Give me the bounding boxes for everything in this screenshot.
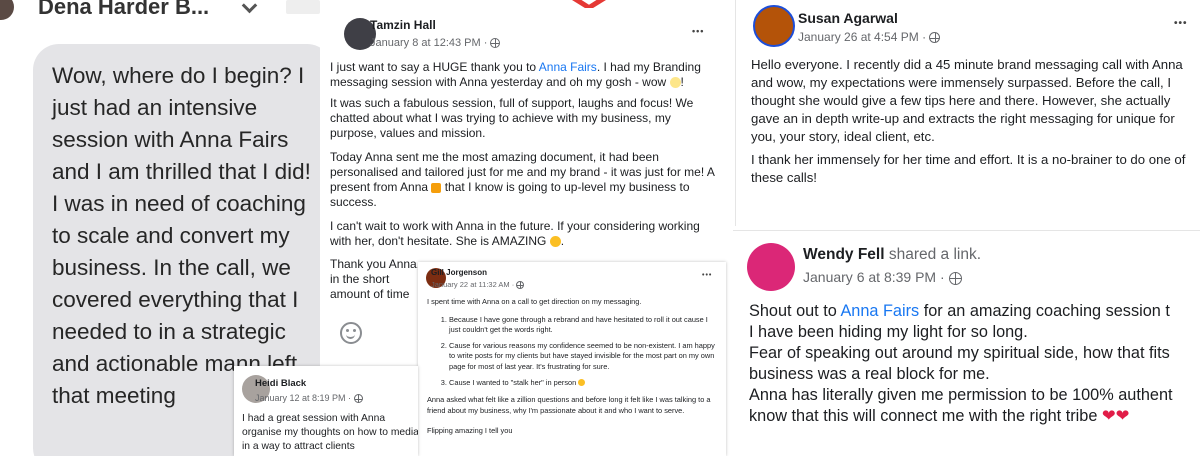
gill-paragraph-2: Anna asked what felt like a zillion ques… <box>427 395 711 415</box>
chevron-down-icon[interactable] <box>241 0 258 14</box>
susan-name[interactable]: Susan Agarwal <box>798 10 898 26</box>
list-item: Cause for various reasons my confidence … <box>449 341 717 373</box>
dena-avatar <box>0 0 14 20</box>
wendy-post-text: Shout out to Anna Fairs for an amazing c… <box>749 301 1200 427</box>
heidi-post-text: I had a great session with Anna organise… <box>242 413 418 452</box>
globe-icon <box>353 394 363 404</box>
anna-fairs-link[interactable]: Anna Fairs <box>840 302 919 320</box>
dena-header-box <box>286 0 320 14</box>
wendy-line-4: business was a real block for me. <box>749 365 990 383</box>
globe-icon <box>929 32 941 44</box>
gill-reasons-list: Because I have gone through a rebrand an… <box>427 315 717 389</box>
smiley-icon[interactable] <box>340 322 362 344</box>
wendy-line-5: Anna has literally given me permission t… <box>749 386 1173 404</box>
tamzin-paragraph-4: I can't wait to work with Anna in the fu… <box>330 219 700 248</box>
tamzin-paragraph-1: I just want to say a HUGE thank you to A… <box>330 60 701 89</box>
starstruck-emoji-icon <box>549 236 561 248</box>
sparkle-emoji-icon <box>669 77 681 89</box>
susan-timestamp[interactable]: January 26 at 4:54 PM · <box>798 30 941 44</box>
tamzin-paragraph-2: It was such a fabulous session, full of … <box>330 96 694 140</box>
gill-post-text: I spent time with Anna on a call to get … <box>427 297 717 437</box>
wendy-line-1: Shout out to Anna Fairs for an amazing c… <box>749 302 1170 320</box>
shared-link-text: shared a link. <box>884 246 982 263</box>
red-shape-fragment <box>572 0 606 8</box>
heidi-post-card: Heidi Black January 12 at 8:19 PM · I ha… <box>234 366 418 456</box>
wendy-timestamp[interactable]: January 6 at 8:39 PM · <box>803 269 962 285</box>
gill-intro: I spent time with Anna on a call to get … <box>427 297 642 306</box>
more-options-icon[interactable]: ••• <box>692 26 704 36</box>
gill-paragraph-3: Flipping amazing I tell you <box>427 426 513 436</box>
susan-avatar[interactable] <box>753 5 795 47</box>
tamzin-timestamp[interactable]: January 8 at 12:43 PM · <box>370 37 501 49</box>
grin-emoji-icon <box>578 379 586 387</box>
wendy-post-card: Wendy Fell shared a link. January 6 at 8… <box>733 230 1200 456</box>
tamzin-paragraph-3: Today Anna sent me the most amazing docu… <box>330 150 715 209</box>
susan-post-card: Susan Agarwal January 26 at 4:54 PM · ••… <box>735 0 1200 226</box>
tamzin-name[interactable]: Tamzin Hall <box>370 18 436 32</box>
susan-paragraph-2: I thank her immensely for her time and e… <box>751 152 1186 185</box>
dena-message-text: Wow, where do I begin? I just had an int… <box>52 63 311 408</box>
gill-post-card: Gill Jorgenson January 22 at 11:32 AM · … <box>418 262 726 456</box>
dena-name[interactable]: Dena Harder B... <box>38 0 209 20</box>
globe-icon <box>516 281 525 290</box>
anna-fairs-link[interactable]: Anna Fairs <box>539 60 597 74</box>
list-item: Cause I wanted to "stalk her" in person <box>449 378 717 389</box>
more-options-icon[interactable]: ••• <box>1174 18 1188 29</box>
wendy-line-6: know that this will connect me with the … <box>749 407 1130 425</box>
globe-icon <box>490 38 501 49</box>
wendy-line-2: I have been hiding my light for so long. <box>749 323 1028 341</box>
tamzin-paragraph-5: Thank you Anna, in the short amount of t… <box>330 257 425 303</box>
heidi-name[interactable]: Heidi Black <box>255 378 306 389</box>
gift-emoji-icon <box>431 182 442 193</box>
susan-paragraph-1: Hello everyone. I recently did a 45 minu… <box>751 57 1183 144</box>
wendy-header: Wendy Fell shared a link. <box>803 246 981 264</box>
wendy-avatar[interactable] <box>747 243 795 291</box>
more-options-icon[interactable]: ••• <box>702 272 712 279</box>
wendy-line-3: Fear of speaking out around my spiritual… <box>749 344 1170 362</box>
gill-timestamp[interactable]: January 22 at 11:32 AM · <box>431 280 525 290</box>
heidi-timestamp[interactable]: January 12 at 8:19 PM · <box>255 393 363 404</box>
list-item: Because I have gone through a rebrand an… <box>449 315 717 336</box>
hearts-emoji-icon: ❤❤ <box>1101 407 1130 425</box>
wendy-name[interactable]: Wendy Fell <box>803 246 885 263</box>
globe-icon <box>948 271 962 285</box>
gill-name[interactable]: Gill Jorgenson <box>431 268 487 277</box>
